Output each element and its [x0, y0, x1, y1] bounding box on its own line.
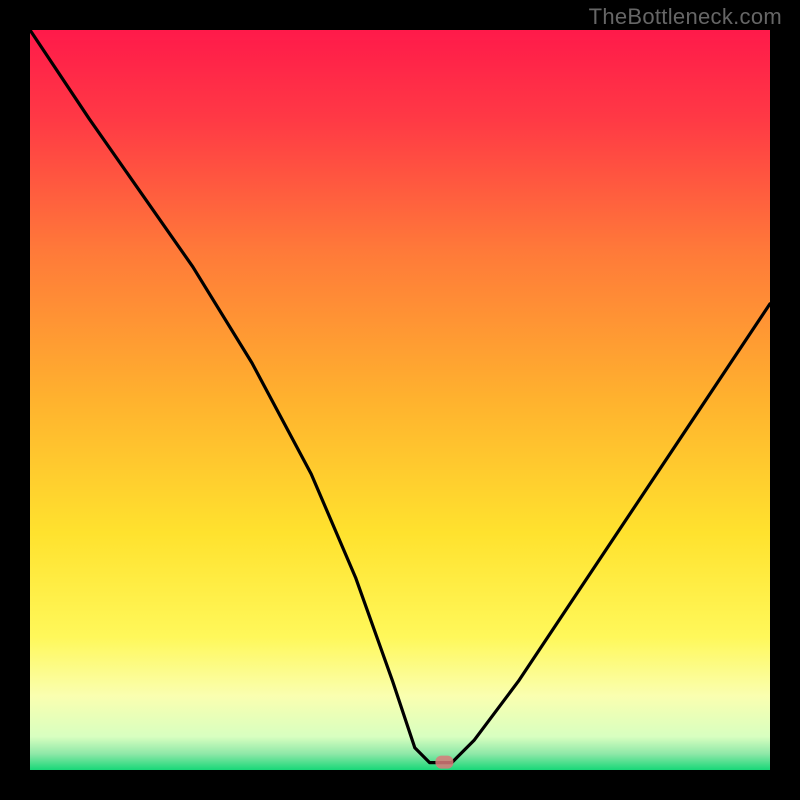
watermark-text: TheBottleneck.com	[589, 4, 782, 30]
gradient-background	[30, 30, 770, 770]
chart-frame: TheBottleneck.com	[0, 0, 800, 800]
bottleneck-chart	[30, 30, 770, 770]
marker-pill	[435, 756, 453, 769]
